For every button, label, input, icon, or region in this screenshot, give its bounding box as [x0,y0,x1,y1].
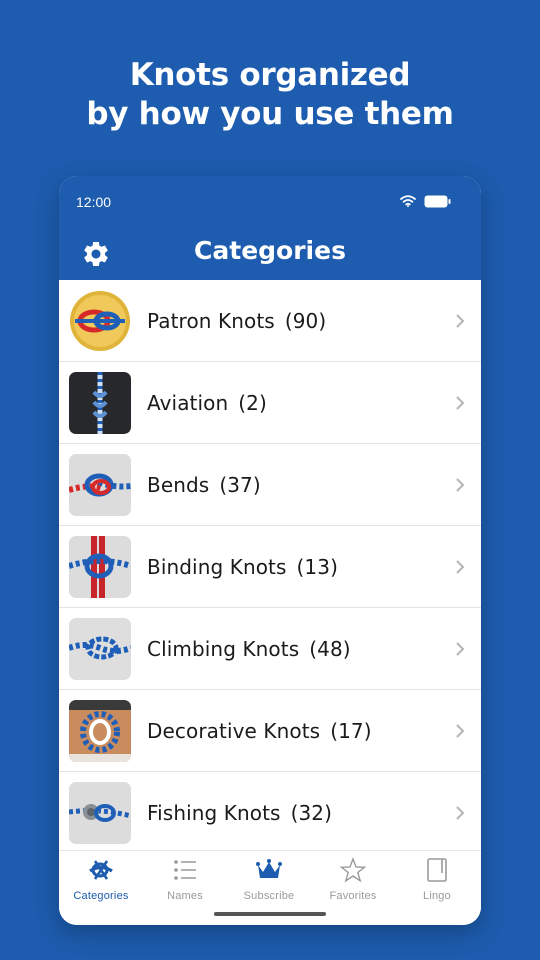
category-name: Decorative Knots [147,719,321,743]
decorative-knot-thumbnail [69,700,131,762]
tab-label: Categories [73,890,129,902]
category-name: Aviation [147,391,229,415]
category-label: Climbing Knots (48) [147,637,351,661]
page-title: Categories [194,236,346,265]
patron-logo-thumbnail [69,290,131,352]
category-count: (32) [290,801,333,825]
crown-icon [256,859,282,878]
promo-headline: Knots organized by how you use them [0,56,540,134]
phone-frame: 12:00 Categories Patron Knots (90) Aviat… [59,176,481,925]
tab-label: Names [167,890,203,902]
category-row-bends[interactable]: Bends (37) [59,444,481,526]
chevron-right-icon [456,560,465,574]
category-count: (13) [296,555,338,579]
category-row-fishing-knots[interactable]: Fishing Knots (32) [59,772,481,850]
climbing-knot-thumbnail [69,618,131,680]
category-name: Patron Knots [147,309,275,333]
chevron-right-icon [456,478,465,492]
promo-headline-line1: Knots organized [129,57,411,93]
category-label: Aviation (2) [147,391,267,415]
status-time: 12:00 [76,194,112,210]
app-bar: 12:00 Categories [59,176,481,280]
fishing-knot-thumbnail [69,782,131,844]
tab-lingo[interactable]: Lingo [395,851,479,911]
category-label: Binding Knots (13) [147,555,338,579]
chevron-right-icon [456,724,465,738]
category-count: (90) [284,309,327,333]
category-count: (48) [309,637,351,661]
home-indicator [214,912,326,916]
category-row-aviation[interactable]: Aviation (2) [59,362,481,444]
tab-names[interactable]: Names [143,851,227,911]
category-label: Patron Knots (90) [147,309,326,333]
category-row-decorative-knots[interactable]: Decorative Knots (17) [59,690,481,772]
bends-knot-thumbnail [69,454,131,516]
tab-categories[interactable]: Categories [59,851,143,911]
category-label: Bends (37) [147,473,261,497]
category-list: Patron Knots (90) Aviation (2) Bends (37… [59,280,481,850]
category-row-binding-knots[interactable]: Binding Knots (13) [59,526,481,608]
category-name: Climbing Knots [147,637,300,661]
book-icon [427,858,447,882]
binding-knot-thumbnail [69,536,131,598]
tab-label: Favorites [329,890,377,902]
category-name: Fishing Knots [147,801,281,825]
promo-headline-line2: by how you use them [86,96,454,132]
chevron-right-icon [456,396,465,410]
tab-subscribe[interactable]: Subscribe [227,851,311,911]
category-count: (37) [219,473,261,497]
tab-label: Subscribe [243,890,295,902]
category-name: Binding Knots [147,555,287,579]
category-row-patron-knots[interactable]: Patron Knots (90) [59,280,481,362]
tab-favorites[interactable]: Favorites [311,851,395,911]
list-icon [174,860,196,880]
star-icon [340,857,366,883]
chevron-right-icon [456,314,465,328]
category-name: Bends [147,473,210,497]
aviation-knot-thumbnail [69,372,131,434]
chevron-right-icon [456,642,465,656]
category-count: (17) [330,719,372,743]
category-label: Decorative Knots (17) [147,719,372,743]
knot-icon [89,860,113,880]
wifi-icon [400,195,416,207]
chevron-right-icon [456,806,465,820]
battery-icon [424,195,451,208]
tab-label: Lingo [423,890,451,902]
category-label: Fishing Knots (32) [147,801,332,825]
category-row-climbing-knots[interactable]: Climbing Knots (48) [59,608,481,690]
category-count: (2) [238,391,267,415]
bottom-tab-bar: Categories Names Subscribe Favorites Lin… [59,850,481,925]
